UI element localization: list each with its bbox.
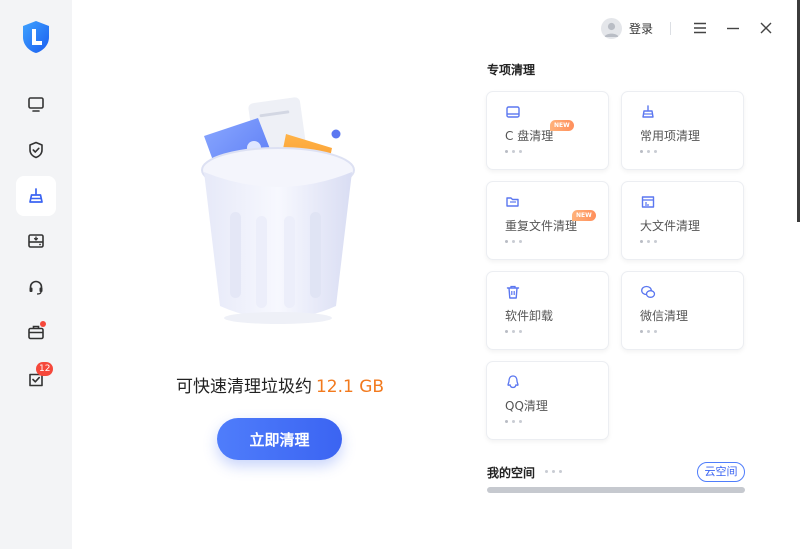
card-label: 大文件清理 bbox=[640, 219, 701, 233]
login-link[interactable]: 登录 bbox=[629, 20, 653, 37]
headset-icon bbox=[29, 280, 43, 295]
card-large-files-clean[interactable]: 大文件清理 bbox=[621, 181, 744, 260]
my-space-loading-dots bbox=[545, 470, 562, 473]
duplicate-files-icon bbox=[505, 194, 521, 210]
card-label: 常用项清理 bbox=[640, 129, 701, 143]
card-c-drive-clean[interactable]: C 盘清理 NEW bbox=[486, 91, 609, 170]
special-cleanup-title: 专项清理 bbox=[487, 63, 536, 77]
hamburger-menu-icon[interactable] bbox=[691, 19, 709, 37]
trash-bin-illustration bbox=[190, 92, 370, 332]
card-label: 软件卸载 bbox=[505, 309, 554, 323]
qq-penguin-icon bbox=[505, 374, 521, 390]
loading-dots bbox=[505, 150, 522, 154]
my-space-title: 我的空间 bbox=[487, 466, 536, 480]
loading-dots bbox=[640, 150, 657, 154]
broom-icon bbox=[640, 104, 656, 120]
card-label: QQ清理 bbox=[505, 399, 548, 413]
loading-dots bbox=[505, 330, 522, 334]
loading-dots bbox=[640, 330, 657, 334]
sidebar-item-clean[interactable] bbox=[16, 176, 56, 216]
card-label: 微信清理 bbox=[640, 309, 689, 323]
wechat-icon bbox=[640, 284, 656, 300]
new-badge: NEW bbox=[550, 120, 574, 131]
card-common-items-clean[interactable]: 常用项清理 bbox=[621, 91, 744, 170]
loading-dots bbox=[505, 240, 522, 244]
card-wechat-clean[interactable]: 微信清理 bbox=[621, 271, 744, 350]
sidebar-item-drive[interactable] bbox=[16, 221, 56, 261]
new-badge: NEW bbox=[572, 210, 596, 221]
sidebar-item-monitor[interactable] bbox=[16, 84, 56, 124]
sidebar-item-support[interactable] bbox=[16, 267, 56, 307]
sidebar: 12 bbox=[0, 0, 72, 549]
sidebar-item-toolbox[interactable] bbox=[16, 312, 56, 352]
hard-drive-icon bbox=[28, 234, 44, 248]
clean-now-button[interactable]: 立即清理 bbox=[217, 418, 342, 460]
sidebar-item-tasks[interactable]: 12 bbox=[16, 359, 56, 399]
minimize-icon[interactable] bbox=[724, 19, 742, 37]
app-window: 12 登录 可快速清理垃圾约 12.1 GB 立即清理 专项清理 C 盘清理 N… bbox=[0, 0, 800, 549]
drive-c-icon bbox=[505, 104, 521, 120]
close-icon[interactable] bbox=[757, 19, 775, 37]
loading-dots bbox=[505, 420, 522, 424]
sidebar-item-security[interactable] bbox=[16, 130, 56, 170]
topbar-divider bbox=[670, 22, 671, 35]
junk-summary-prefix: 可快速清理垃圾约 bbox=[175, 377, 312, 397]
card-qq-clean[interactable]: QQ清理 bbox=[486, 361, 609, 440]
trash-icon bbox=[505, 284, 521, 300]
shield-check-icon bbox=[29, 141, 43, 159]
card-duplicate-files-clean[interactable]: 重复文件清理 NEW bbox=[486, 181, 609, 260]
user-avatar-icon[interactable] bbox=[601, 18, 622, 39]
loading-dots bbox=[640, 240, 657, 244]
notification-dot bbox=[40, 321, 46, 327]
card-label: C 盘清理 bbox=[505, 129, 554, 143]
junk-amount: 12.1 GB bbox=[315, 377, 385, 397]
card-label: 重复文件清理 bbox=[505, 219, 578, 233]
large-file-icon bbox=[640, 194, 656, 210]
notification-count-badge: 12 bbox=[36, 362, 54, 376]
shield-l-logo-icon bbox=[21, 20, 51, 54]
broom-clean-icon bbox=[29, 188, 43, 203]
card-software-uninstall[interactable]: 软件卸载 bbox=[486, 271, 609, 350]
space-usage-fill bbox=[487, 487, 745, 493]
monitor-icon bbox=[28, 97, 44, 112]
space-usage-bar bbox=[487, 487, 745, 493]
cloud-space-button[interactable]: 云空间 bbox=[697, 462, 745, 482]
junk-summary: 可快速清理垃圾约 12.1 GB bbox=[120, 372, 440, 397]
